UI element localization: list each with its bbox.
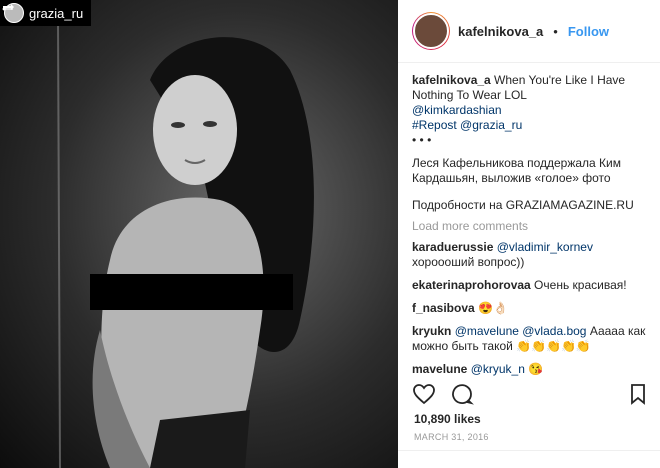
comment-item: ekaterinaprohorovaa Очень красивая!: [412, 278, 646, 293]
caption-hashtag[interactable]: #Repost: [412, 118, 457, 132]
likes-count[interactable]: 10,890 likes: [414, 412, 481, 426]
post-date: MARCH 31, 2016: [414, 432, 489, 442]
divider: [398, 450, 660, 451]
comment-mention[interactable]: @mavelune @vlada.bog: [455, 324, 587, 338]
repost-handle: grazia_ru: [29, 5, 84, 21]
heart-icon[interactable]: [412, 382, 436, 406]
censor-bar: [90, 274, 293, 310]
comment-text: хороооший вопрос)): [412, 255, 525, 269]
post-header: kafelnikova_a • Follow: [398, 0, 660, 63]
comment-username[interactable]: karaduerussie: [412, 240, 493, 254]
header-dot: •: [553, 23, 558, 39]
repost-tag: grazia_ru: [0, 0, 92, 26]
comment-icon[interactable]: [450, 382, 474, 406]
comment-item: mavelune @kryuk_n 😘: [412, 362, 646, 377]
load-more-comments[interactable]: Load more comments: [412, 219, 646, 234]
comment-text: 😍👌🏻: [474, 301, 508, 315]
comment-item: karaduerussie @vladimir_kornev хороооший…: [412, 240, 646, 270]
comment-mention[interactable]: @vladimir_kornev: [497, 240, 593, 254]
caption-dots: • • •: [412, 133, 432, 147]
follow-button[interactable]: Follow: [568, 24, 609, 39]
comments-section: kafelnikova_a When You're Like I Have No…: [398, 63, 660, 377]
comment-username[interactable]: ekaterinaprohorovaa: [412, 278, 531, 292]
photo-illustration: [57, 19, 314, 468]
caption-mention[interactable]: @kimkardashian: [412, 103, 502, 117]
caption-mention2[interactable]: @grazia_ru: [460, 118, 522, 132]
comment-username[interactable]: mavelune: [412, 362, 467, 376]
comment-text: Очень красивая!: [530, 278, 627, 292]
caption: kafelnikova_a When You're Like I Have No…: [412, 73, 646, 148]
comment-text: 😘: [524, 362, 544, 376]
comment-mention[interactable]: @kryuk_n: [471, 362, 525, 376]
comment-item: f_nasibova 😍👌🏻: [412, 301, 646, 316]
avatar[interactable]: [412, 12, 450, 50]
repost-icon: [2, 4, 14, 12]
caption-body: Леся Кафельникова поддержала Ким Кардашь…: [412, 156, 621, 185]
post-photo[interactable]: grazia_ru: [0, 0, 398, 468]
caption-source: Подробности на GRAZIAMAGAZINE.RU: [412, 198, 634, 212]
instagram-post: grazia_ru kafelnikova_a • Follow kafelni…: [0, 0, 660, 468]
bookmark-icon[interactable]: [626, 382, 650, 406]
caption-username[interactable]: kafelnikova_a: [412, 73, 491, 87]
action-bar: [412, 380, 650, 408]
header-username[interactable]: kafelnikova_a: [458, 24, 543, 39]
comment-item: kryukn @mavelune @vlada.bog Аааaa как мо…: [412, 324, 646, 354]
comment-username[interactable]: kryukn: [412, 324, 451, 338]
comment-username[interactable]: f_nasibova: [412, 301, 475, 315]
